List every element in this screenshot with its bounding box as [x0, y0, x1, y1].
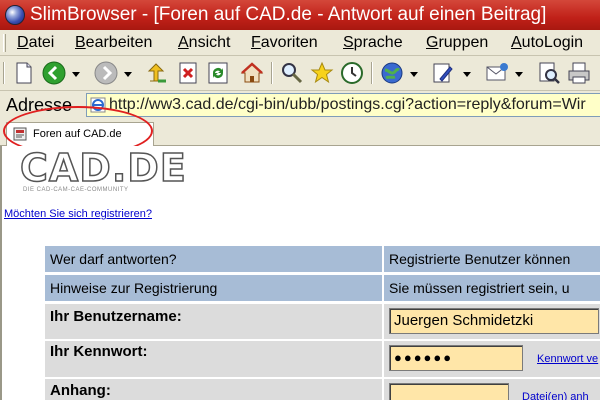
mail-dropdown-icon[interactable]: [515, 72, 523, 77]
menu-grip[interactable]: [3, 34, 6, 52]
hints-label: Hinweise zur Registrierung: [45, 275, 382, 301]
menu-datei[interactable]: Datei: [17, 33, 54, 53]
form-row-reply: Wer darf antworten? Registrierte Benutze…: [45, 246, 600, 273]
menu-autologin[interactable]: AutoLogin: [511, 33, 583, 53]
attach-files-link[interactable]: Datei(en) anh: [522, 391, 589, 400]
tab-page-icon: [13, 127, 27, 141]
cad-de-logo[interactable]: CAD.DE DIE CAD-CAM-CAE-COMMUNITY: [19, 147, 186, 196]
username-label: Ihr Benutzername:: [45, 304, 382, 339]
form-row-hints: Hinweise zur Registrierung Sie müssen re…: [45, 275, 600, 302]
forward-dropdown-icon[interactable]: [124, 72, 132, 77]
menu-gruppen[interactable]: Gruppen: [426, 33, 488, 53]
up-icon[interactable]: [146, 61, 170, 85]
username-field[interactable]: Juergen Schmidetzki: [389, 308, 599, 334]
address-url: http://ww3.cad.de/cgi-bin/ubb/postings.c…: [109, 96, 586, 113]
hints-value: Sie müssen registriert sein, u: [384, 275, 600, 301]
toolbar: [0, 56, 600, 91]
register-link[interactable]: Möchten Sie sich registrieren?: [4, 208, 152, 220]
home-icon[interactable]: [240, 61, 264, 85]
menu-bar: Datei Bearbeiten Ansicht Favoriten Sprac…: [0, 30, 600, 56]
reply-label: Wer darf antworten?: [45, 246, 382, 272]
internet-icon[interactable]: [380, 61, 404, 85]
username-cell: Juergen Schmidetzki: [384, 304, 600, 339]
form-row-attachment: Anhang: Datei(en) anh: [45, 379, 600, 400]
menu-sprache[interactable]: Sprache: [343, 33, 403, 53]
search-icon[interactable]: [280, 61, 304, 85]
address-label: Adresse: [6, 95, 73, 115]
edit-dropdown-icon[interactable]: [463, 72, 471, 77]
tab-foren-auf-cad[interactable]: Foren auf CAD.de: [6, 122, 154, 146]
menu-bearbeiten[interactable]: Bearbeiten: [75, 33, 152, 53]
toolbar-separator: [371, 62, 373, 84]
address-bar: Adresse http://ww3.cad.de/cgi-bin/ubb/po…: [0, 91, 600, 119]
form-row-password: Ihr Kennwort: ●●●●●● Kennwort ve: [45, 341, 600, 377]
preview-icon[interactable]: [537, 61, 561, 85]
attachment-cell: Datei(en) anh: [384, 379, 600, 400]
password-field[interactable]: ●●●●●●: [389, 345, 523, 371]
page-icon: [90, 97, 106, 113]
internet-dropdown-icon[interactable]: [410, 72, 418, 77]
edit-icon[interactable]: [431, 61, 455, 85]
menu-ansicht[interactable]: Ansicht: [178, 33, 230, 53]
title-bar: SlimBrowser - [Foren auf CAD.de - Antwor…: [0, 0, 600, 30]
back-dropdown-icon[interactable]: [72, 72, 80, 77]
back-icon[interactable]: [42, 61, 66, 85]
forward-icon[interactable]: [94, 61, 118, 85]
window-title: SlimBrowser - [Foren auf CAD.de - Antwor…: [30, 4, 547, 25]
attachment-field[interactable]: [389, 383, 509, 400]
logo-text: CAD.DE: [19, 146, 187, 190]
attachment-label: Anhang:: [45, 379, 382, 400]
tab-label: Foren auf CAD.de: [33, 128, 122, 140]
history-icon[interactable]: [340, 61, 364, 85]
slimbrowser-icon[interactable]: [5, 5, 25, 25]
menu-favoriten[interactable]: Favoriten: [251, 33, 318, 53]
refresh-icon[interactable]: [206, 61, 230, 85]
toolbar-grip: [3, 62, 5, 84]
toolbar-separator: [271, 62, 273, 84]
page-content: CAD.DE DIE CAD-CAM-CAE-COMMUNITY Möchten…: [0, 146, 600, 400]
logo-subtitle: DIE CAD-CAM-CAE-COMMUNITY: [23, 187, 129, 193]
password-cell: ●●●●●● Kennwort ve: [384, 341, 600, 377]
password-label: Ihr Kennwort:: [45, 341, 382, 377]
form-row-username: Ihr Benutzername: Juergen Schmidetzki: [45, 304, 600, 339]
password-forgotten-link[interactable]: Kennwort ve: [537, 353, 598, 365]
mail-icon[interactable]: [485, 61, 509, 85]
new-page-icon[interactable]: [12, 61, 36, 85]
stop-icon[interactable]: [176, 61, 200, 85]
print-icon[interactable]: [567, 61, 591, 85]
reply-value: Registrierte Benutzer können: [384, 246, 600, 272]
favorites-icon[interactable]: [310, 61, 334, 85]
tab-bar: Foren auf CAD.de: [0, 119, 600, 146]
address-input[interactable]: http://ww3.cad.de/cgi-bin/ubb/postings.c…: [86, 93, 600, 117]
